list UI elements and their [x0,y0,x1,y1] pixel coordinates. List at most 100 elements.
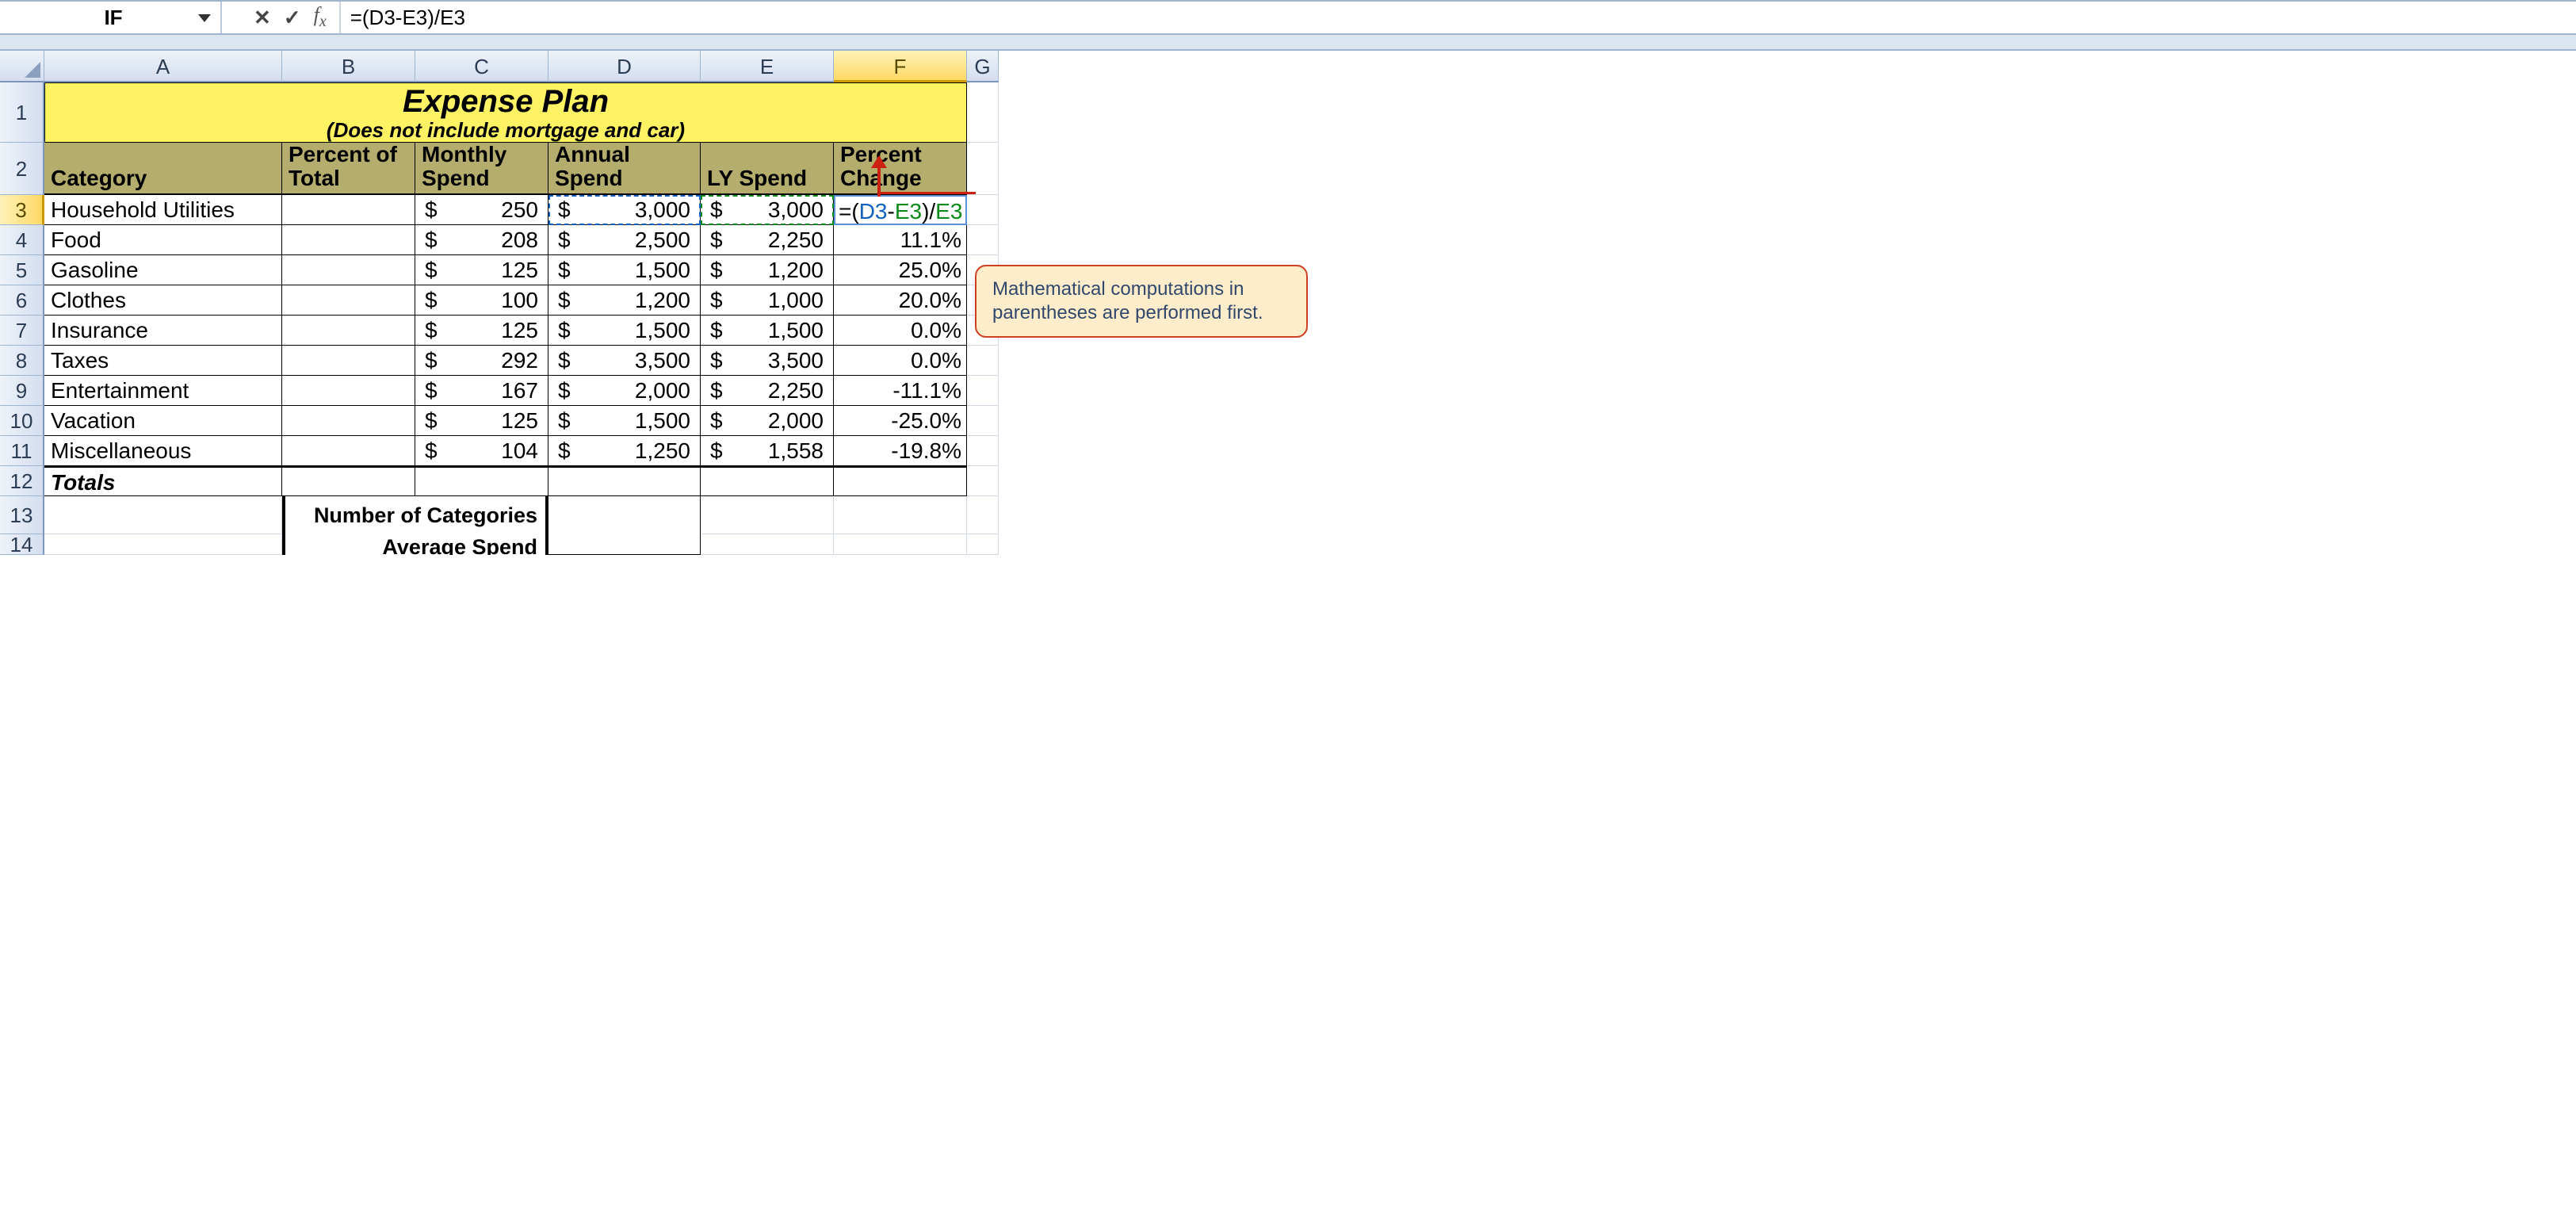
header-pctchange[interactable]: Percent Change [834,143,967,195]
rowhead-14[interactable]: 14 [0,534,44,555]
cell-C9[interactable]: $167 [415,376,548,406]
cell-G2[interactable] [967,143,999,195]
cell-D9[interactable]: $2,000 [548,376,701,406]
summary-num-categories[interactable]: Number of Categories [282,496,548,534]
rowhead-9[interactable]: 9 [0,376,44,406]
cell-G1[interactable] [967,82,999,143]
cell-G13[interactable] [967,496,999,534]
summary-avg-spend[interactable]: Average Spend [282,534,548,555]
cell-E11[interactable]: $1,558 [701,436,834,466]
cell-B7[interactable] [282,316,415,346]
cell-E9[interactable]: $2,250 [701,376,834,406]
cell-C5[interactable]: $125 [415,255,548,285]
cell-F10[interactable]: -25.0% [834,406,967,436]
cell-C8[interactable]: $292 [415,346,548,376]
name-box-dropdown-icon[interactable] [195,8,214,27]
cell-G9[interactable] [967,376,999,406]
totals-c[interactable] [415,466,548,496]
cell-C4[interactable]: $208 [415,225,548,255]
cell-B5[interactable] [282,255,415,285]
header-ly[interactable]: LY Spend [701,143,834,195]
header-monthly[interactable]: Monthly Spend [415,143,548,195]
cell-E7[interactable]: $1,500 [701,316,834,346]
rowhead-1[interactable]: 1 [0,82,44,143]
cell-E4[interactable]: $2,250 [701,225,834,255]
cell-A6[interactable]: Clothes [44,285,282,316]
cell-D10[interactable]: $1,500 [548,406,701,436]
summary-avg-spend-val[interactable] [548,534,701,555]
colhead-D[interactable]: D [548,51,701,82]
rowhead-8[interactable]: 8 [0,346,44,376]
header-percent-total[interactable]: Percent of Total [282,143,415,195]
cell-D5[interactable]: $1,500 [548,255,701,285]
cell-C3[interactable]: $250 [415,195,548,225]
totals-e[interactable] [701,466,834,496]
formula-input[interactable]: =(D3-E3)/E3 [350,6,465,30]
colhead-F[interactable]: F [834,51,967,82]
cell-A13[interactable] [44,496,282,534]
spreadsheet[interactable]: Expense Plan (Does not include mortgage … [0,51,2576,555]
enter-formula-icon[interactable]: ✓ [284,6,301,30]
rowhead-2[interactable]: 2 [0,143,44,195]
cell-C10[interactable]: $125 [415,406,548,436]
cell-G8[interactable] [967,346,999,376]
name-box[interactable]: IF [32,6,195,30]
cell-A7[interactable]: Insurance [44,316,282,346]
colhead-A[interactable]: A [44,51,282,82]
insert-function-icon[interactable]: fx [314,3,327,31]
cell-A14[interactable] [44,534,282,555]
cell-E5[interactable]: $1,200 [701,255,834,285]
rowhead-13[interactable]: 13 [0,496,44,534]
cancel-formula-icon[interactable]: ✕ [254,6,271,30]
cell-F8[interactable]: 0.0% [834,346,967,376]
cell-G11[interactable] [967,436,999,466]
totals-b[interactable] [282,466,415,496]
cell-B3[interactable] [282,195,415,225]
cell-G4[interactable] [967,225,999,255]
rowhead-6[interactable]: 6 [0,285,44,316]
colhead-B[interactable]: B [282,51,415,82]
cell-F7[interactable]: 0.0% [834,316,967,346]
cell-B9[interactable] [282,376,415,406]
cell-A5[interactable]: Gasoline [44,255,282,285]
cell-F11[interactable]: -19.8% [834,436,967,466]
rowhead-3[interactable]: 3 [0,195,44,225]
colhead-E[interactable]: E [701,51,834,82]
cell-G12[interactable] [967,466,999,496]
rowhead-4[interactable]: 4 [0,225,44,255]
select-all-corner[interactable] [0,51,44,82]
cell-B10[interactable] [282,406,415,436]
totals-f[interactable] [834,466,967,496]
rowhead-10[interactable]: 10 [0,406,44,436]
summary-num-categories-val[interactable] [548,496,701,534]
cell-G10[interactable] [967,406,999,436]
cell-F6[interactable]: 20.0% [834,285,967,316]
totals-d[interactable] [548,466,701,496]
rowhead-5[interactable]: 5 [0,255,44,285]
colhead-partial[interactable]: G [967,51,999,82]
cell-E14[interactable] [701,534,834,555]
cell-E8[interactable]: $3,500 [701,346,834,376]
cell-C7[interactable]: $125 [415,316,548,346]
cell-A3[interactable]: Household Utilities [44,195,282,225]
cell-D11[interactable]: $1,250 [548,436,701,466]
cell-A11[interactable]: Miscellaneous [44,436,282,466]
cell-C11[interactable]: $104 [415,436,548,466]
cell-E10[interactable]: $2,000 [701,406,834,436]
cell-D8[interactable]: $3,500 [548,346,701,376]
cell-A8[interactable]: Taxes [44,346,282,376]
rowhead-11[interactable]: 11 [0,436,44,466]
cell-D3[interactable]: $3,000 [548,195,701,225]
cell-G3[interactable] [967,195,999,225]
cell-B6[interactable] [282,285,415,316]
cell-G6[interactable] [967,285,999,316]
cell-E13[interactable] [701,496,834,534]
cell-D7[interactable]: $1,500 [548,316,701,346]
cell-D6[interactable]: $1,200 [548,285,701,316]
cell-A9[interactable]: Entertainment [44,376,282,406]
colhead-C[interactable]: C [415,51,548,82]
cell-G14[interactable] [967,534,999,555]
cell-F4[interactable]: 11.1% [834,225,967,255]
rowhead-12[interactable]: 12 [0,466,44,496]
cell-G5[interactable] [967,255,999,285]
